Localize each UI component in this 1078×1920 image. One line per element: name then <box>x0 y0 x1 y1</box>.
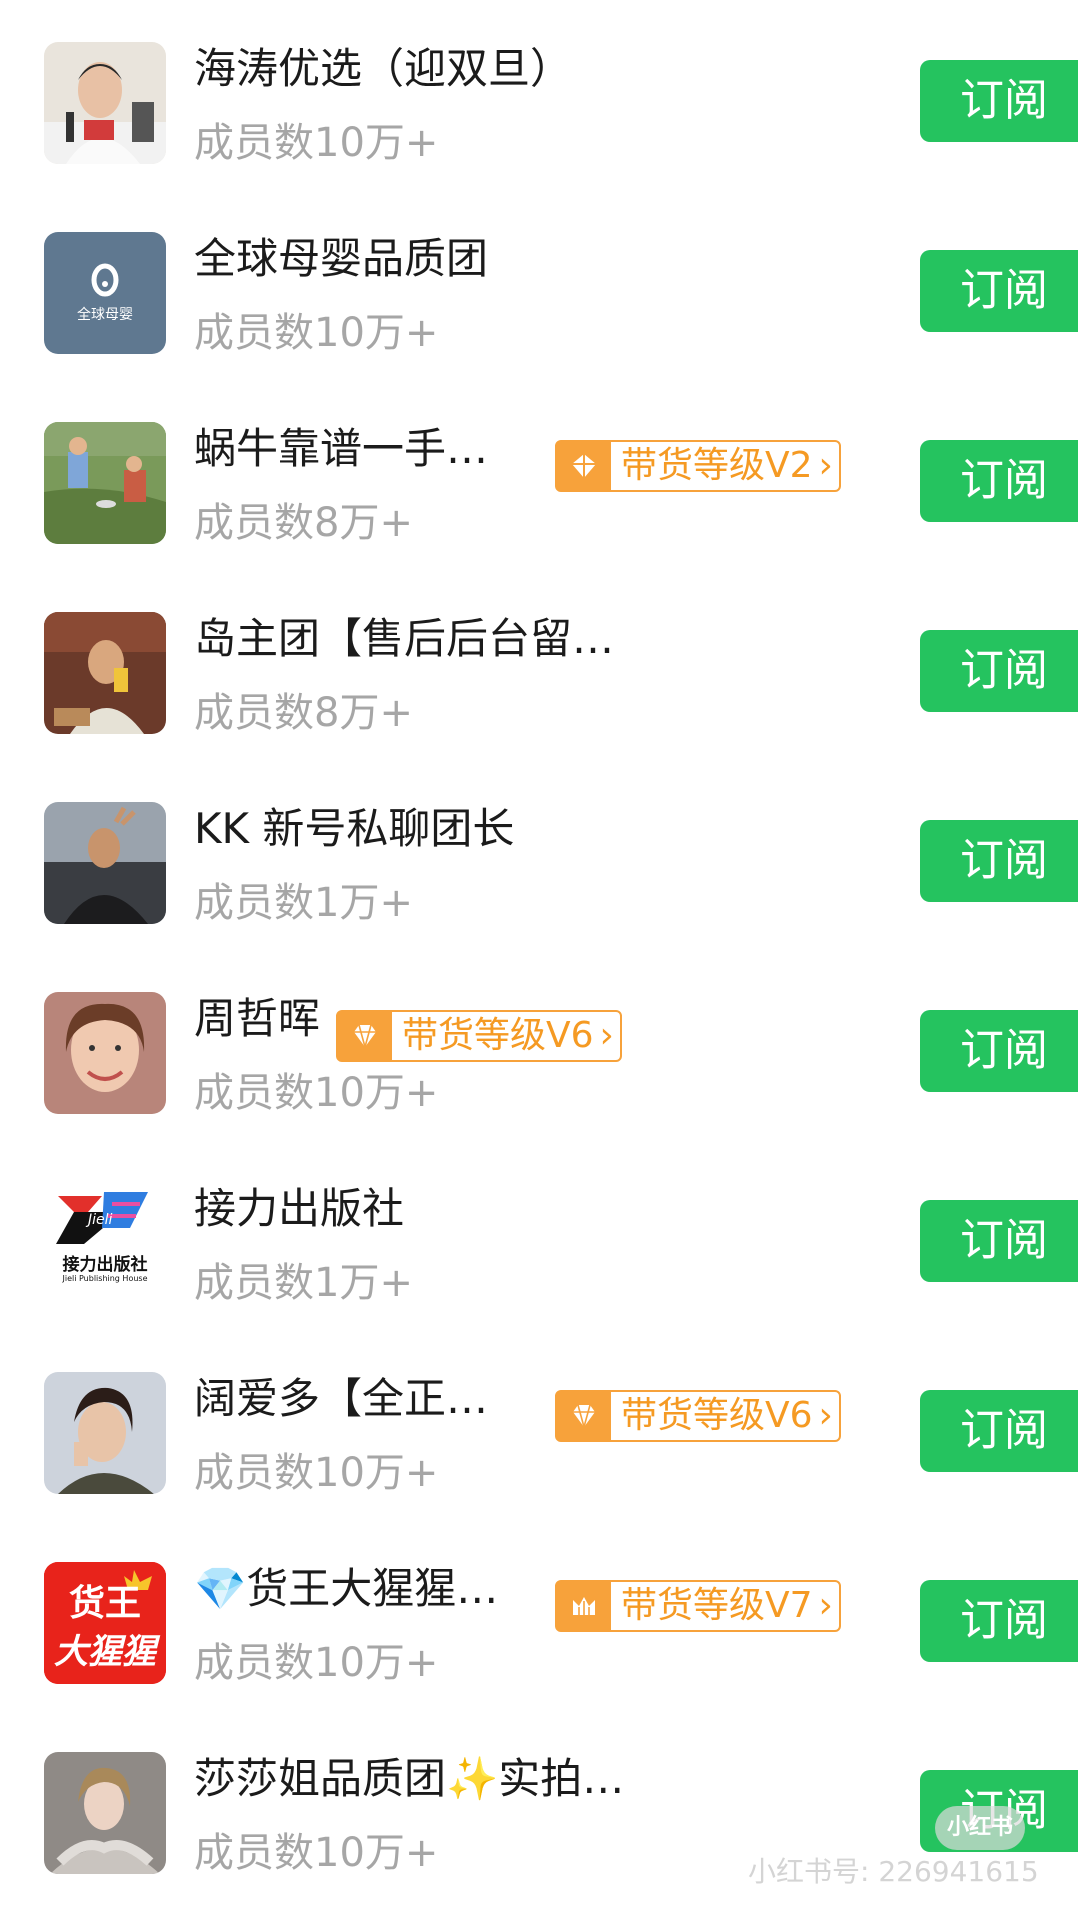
watermark-logo: 小红书 <box>935 1806 1025 1850</box>
subscribe-button[interactable]: 订阅 <box>920 1200 1078 1282</box>
list-item[interactable]: 蜗牛靠谱一手… 带货等级V2 › 成员数8万+ 订阅 <box>0 380 1078 570</box>
group-name: 全球母婴品质团 <box>194 234 489 283</box>
group-list: 海涛优选（迎双旦） 成员数10万+ 订阅 全球母婴 全球母婴品质团 成员数10万… <box>0 0 1078 1920</box>
list-item[interactable]: 货王 大猩猩 💎货王大猩猩… 带货等级V7 › 成员数10万+ 订阅 <box>0 1520 1078 1710</box>
list-item[interactable]: 周哲晖 带货等级V6 › 成员数10万+ 订阅 <box>0 950 1078 1140</box>
chevron-right-icon: › <box>818 1395 833 1436</box>
member-count: 成员数10万+ <box>194 310 439 356</box>
member-count: 成员数10万+ <box>194 1070 439 1116</box>
chevron-right-icon: › <box>818 1585 833 1626</box>
group-name: 阔爱多【全正… <box>194 1374 489 1423</box>
list-item[interactable]: KK 新号私聊团长 成员数1万+ 订阅 <box>0 760 1078 950</box>
chevron-right-icon: › <box>818 445 833 486</box>
diamond-icon <box>557 442 611 490</box>
avatar[interactable] <box>44 42 166 164</box>
subscribe-button[interactable]: 订阅 <box>920 440 1078 522</box>
subscribe-button[interactable]: 订阅 <box>920 1390 1078 1472</box>
group-name: 海涛优选（迎双旦） <box>194 44 573 93</box>
watermark-text: 小红书号: 226941615 <box>748 1855 1039 1888</box>
list-item[interactable]: 海涛优选（迎双旦） 成员数10万+ 订阅 <box>0 0 1078 190</box>
list-item[interactable]: 岛主团【售后后台留… 成员数8万+ 订阅 <box>0 570 1078 760</box>
seller-level-badge[interactable]: 带货等级V6 › <box>555 1390 841 1442</box>
avatar[interactable] <box>44 612 166 734</box>
avatar[interactable] <box>44 1752 166 1874</box>
group-name: 岛主团【售后后台留… <box>194 614 615 663</box>
seller-level-badge[interactable]: 带货等级V6 › <box>336 1010 622 1062</box>
subscribe-button[interactable]: 订阅 <box>920 250 1078 332</box>
group-name: KK 新号私聊团长 <box>194 804 515 853</box>
member-count: 成员数1万+ <box>194 880 413 926</box>
avatar[interactable] <box>44 422 166 544</box>
logo-word: Jieli <box>88 1212 113 1228</box>
list-item[interactable]: 全球母婴 全球母婴品质团 成员数10万+ 订阅 <box>0 190 1078 380</box>
member-count: 成员数10万+ <box>194 1450 439 1496</box>
chevron-right-icon: › <box>599 1015 614 1056</box>
subscribe-button[interactable]: 订阅 <box>920 630 1078 712</box>
member-count: 成员数8万+ <box>194 690 413 736</box>
logo-text: 接力出版社 <box>62 1255 148 1275</box>
avatar[interactable] <box>44 1372 166 1494</box>
member-count: 成员数8万+ <box>194 500 413 546</box>
list-item[interactable]: 阔爱多【全正… 带货等级V6 › 成员数10万+ 订阅 <box>0 1330 1078 1520</box>
avatar[interactable]: 全球母婴 <box>44 232 166 354</box>
group-name: 蜗牛靠谱一手… <box>194 424 489 473</box>
list-item[interactable]: Jieli 接力出版社 Jieli Publishing House 接力出版社… <box>0 1140 1078 1330</box>
group-name: 💎货王大猩猩… <box>194 1564 499 1613</box>
subscribe-button[interactable]: 订阅 <box>920 60 1078 142</box>
logo-subtext: Jieli Publishing House <box>62 1274 148 1283</box>
subscribe-button[interactable]: 订阅 <box>920 1010 1078 1092</box>
logo-text: 全球母婴 <box>77 307 133 323</box>
group-name: 接力出版社 <box>194 1184 405 1233</box>
subscribe-button[interactable]: 订阅 <box>920 820 1078 902</box>
crown-icon <box>557 1582 611 1630</box>
member-count: 成员数10万+ <box>194 120 439 166</box>
avatar[interactable] <box>44 802 166 924</box>
avatar[interactable] <box>44 992 166 1114</box>
seller-level-badge[interactable]: 带货等级V7 › <box>555 1580 841 1632</box>
gem-icon <box>557 1392 611 1440</box>
group-name: 周哲晖 <box>194 994 321 1043</box>
avatar[interactable]: 货王 大猩猩 <box>44 1562 166 1684</box>
member-count: 成员数10万+ <box>194 1830 439 1876</box>
logo-text: 货王 <box>68 1583 141 1624</box>
group-name: 莎莎姐品质团✨实拍… <box>194 1754 625 1803</box>
logo-text-2: 大猩猩 <box>54 1632 156 1672</box>
member-count: 成员数10万+ <box>194 1640 439 1686</box>
seller-level-badge[interactable]: 带货等级V2 › <box>555 440 841 492</box>
gem-icon <box>338 1012 392 1060</box>
subscribe-button[interactable]: 订阅 <box>920 1580 1078 1662</box>
avatar[interactable]: Jieli 接力出版社 Jieli Publishing House <box>44 1182 166 1304</box>
member-count: 成员数1万+ <box>194 1260 413 1306</box>
